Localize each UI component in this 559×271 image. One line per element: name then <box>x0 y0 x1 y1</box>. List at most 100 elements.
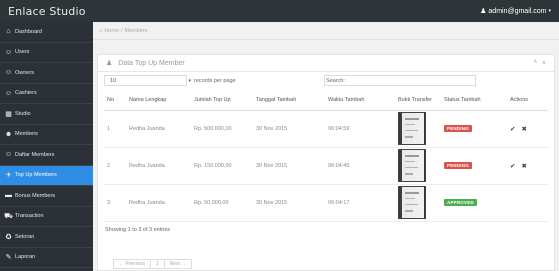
page-size-select[interactable]: 10 ▾ <box>104 75 191 86</box>
dashboard-icon: ⌂ <box>6 28 11 36</box>
cell-no: 2 <box>104 147 126 185</box>
owners-icon: ☺ <box>4 69 13 77</box>
sidebar-item-transaction[interactable]: ⛟ Transaction <box>0 207 93 227</box>
sidebar-item-dashboard[interactable]: ⌂ Dashboard <box>0 22 93 43</box>
chevron-down-icon: ▾ <box>188 77 191 84</box>
cell-nama: Redha Juanda <box>126 110 191 148</box>
reject-icon[interactable]: ✖ <box>521 162 526 170</box>
page-size-value: 10 <box>110 77 117 84</box>
col-actions: Actions <box>507 90 548 111</box>
cell-tanggal: 30 Nov 2015 <box>253 147 325 185</box>
col-no[interactable]: No <box>104 90 126 111</box>
panel-header: ♟ Data Top Up Member ^ × <box>98 55 554 72</box>
cell-bukti <box>395 184 441 222</box>
sidebar-item-label: Cashiers <box>15 90 37 97</box>
cell-tanggal: 30 Nov 2015 <box>253 110 325 148</box>
table-row: 2 Redha Juanda Rp. 150.000,00 30 Nov 201… <box>104 147 548 185</box>
col-nama[interactable]: Nama Lengkap <box>126 90 191 111</box>
cashiers-icon: ☺ <box>4 89 13 97</box>
transfer-receipt-image[interactable] <box>398 149 426 182</box>
transfer-receipt-image[interactable] <box>398 112 426 145</box>
cell-waktu: 06:04:45 <box>325 147 395 185</box>
search-label: Search: <box>326 78 345 84</box>
cell-waktu: 06:04:17 <box>325 184 395 222</box>
sidebar-item-label: Bonus Members <box>15 192 56 199</box>
sidebar-item-setoran[interactable]: ✪ Setoran <box>0 227 93 248</box>
sidebar-item-label: Owners <box>15 69 34 76</box>
breadcrumb-home[interactable]: Home <box>104 28 119 34</box>
sidebar-item-label: Studio <box>15 110 31 117</box>
studio-icon: ▦ <box>5 110 12 118</box>
user-icon: ♟ <box>106 60 113 67</box>
pagination: ← Previous 1 Next → <box>113 259 193 269</box>
page-button[interactable]: 1 <box>151 260 165 268</box>
top-up-table: No Nama Lengkap Jumlah Top Up Tanggal Ta… <box>104 90 548 222</box>
sidebar-item-label: Daftar Members <box>15 151 55 158</box>
status-badge: APPROVED <box>444 199 477 206</box>
cell-jumlah: Rp. 150.000,00 <box>191 147 253 185</box>
sidebar-item-label: Users <box>15 49 30 56</box>
sidebar-item-cashiers[interactable]: ☺ Cashiers <box>0 84 93 104</box>
report-icon: ✎ <box>5 254 12 262</box>
cell-no: 3 <box>104 184 126 222</box>
approve-icon[interactable]: ✔ <box>510 162 515 170</box>
main-content: ⌂ Home / Members ♟ Data Top Up Member ^ … <box>93 22 559 271</box>
chevron-down-icon: ▾ <box>548 8 551 14</box>
col-status[interactable]: Status Tambah <box>441 90 507 111</box>
table-info: Showing 1 to 3 of 3 entries <box>105 227 171 233</box>
cell-jumlah: Rp. 50.000,00 <box>191 184 253 222</box>
close-icon[interactable]: × <box>542 60 546 67</box>
collapse-icon[interactable]: ^ <box>534 60 537 67</box>
user-icon: ♟ <box>480 8 487 15</box>
table-row: 1 Redha Juanda Rp. 500.000,00 30 Nov 201… <box>104 110 548 148</box>
sidebar-item-label: Transaction <box>15 213 44 220</box>
next-button[interactable]: Next → <box>165 260 192 268</box>
sidebar-item-members[interactable]: ☻ Members <box>0 125 93 145</box>
table-header-row: No Nama Lengkap Jumlah Top Up Tanggal Ta… <box>104 90 548 111</box>
previous-button[interactable]: ← Previous <box>114 260 151 268</box>
cell-bukti <box>395 110 441 148</box>
cell-nama: Redha Juanda <box>126 184 191 222</box>
col-bukti[interactable]: Bukti Transfer <box>395 90 441 111</box>
user-email: admin@gmail.com <box>488 7 547 15</box>
cell-actions: ✔ ✖ <box>507 147 548 185</box>
cart-icon: ⛟ <box>4 212 13 220</box>
breadcrumb: ⌂ Home / Members <box>93 22 559 40</box>
sidebar-item-owners[interactable]: ☺ Owners <box>0 63 93 84</box>
col-tanggal[interactable]: Tanggal Tambah <box>253 90 325 111</box>
col-jumlah[interactable]: Jumlah Top Up <box>191 90 253 111</box>
sidebar-item-label: Laporan <box>15 254 36 261</box>
sidebar-item-label: Top Up Members <box>15 172 57 179</box>
cell-jumlah: Rp. 500.000,00 <box>191 110 253 148</box>
cell-nama: Redha Juanda <box>126 147 191 185</box>
panel-title: Data Top Up Member <box>118 59 185 67</box>
setoran-icon: ✪ <box>5 233 12 241</box>
cell-actions: ✔ ✖ <box>507 110 548 148</box>
sidebar-item-users[interactable]: ☺ Users <box>0 43 93 63</box>
sidebar-item-label: Members <box>15 131 38 138</box>
status-badge: PENDING <box>444 125 472 132</box>
sidebar-item-top-up-members[interactable]: ✈ Top Up Members <box>0 165 93 186</box>
status-badge: PENDING <box>444 162 472 169</box>
user-menu[interactable]: ♟ admin@gmail.com ▾ <box>480 7 551 16</box>
transfer-receipt-image[interactable] <box>398 186 426 219</box>
sidebar-item-laporan[interactable]: ✎ Laporan <box>0 248 93 268</box>
cell-bukti <box>395 147 441 185</box>
col-waktu[interactable]: Waktu Tambah <box>325 90 395 111</box>
sidebar-item-daftar-members[interactable]: ☺ Daftar Members <box>0 145 93 166</box>
breadcrumb-separator: / <box>121 27 123 34</box>
reject-icon[interactable]: ✖ <box>521 125 526 133</box>
users-icon: ☺ <box>4 48 13 56</box>
sidebar-item-bonus-members[interactable]: ▬ Bonus Members <box>0 186 93 207</box>
table-controls: 10 ▾ records per page Search: <box>98 72 554 90</box>
sidebar-item-label: Dashboard <box>15 28 42 35</box>
cell-status: APPROVED <box>441 184 507 222</box>
cell-actions <box>507 184 548 222</box>
sidebar-item-studio[interactable]: ▦ Studio <box>0 104 93 125</box>
home-icon[interactable]: ⌂ <box>99 28 102 34</box>
approve-icon[interactable]: ✔ <box>510 125 515 133</box>
search-input[interactable] <box>324 75 476 86</box>
table-row: 3 Redha Juanda Rp. 50.000,00 30 Nov 2015… <box>104 184 548 222</box>
members-icon: ☻ <box>4 130 13 138</box>
cell-waktu: 06:04:59 <box>325 110 395 148</box>
